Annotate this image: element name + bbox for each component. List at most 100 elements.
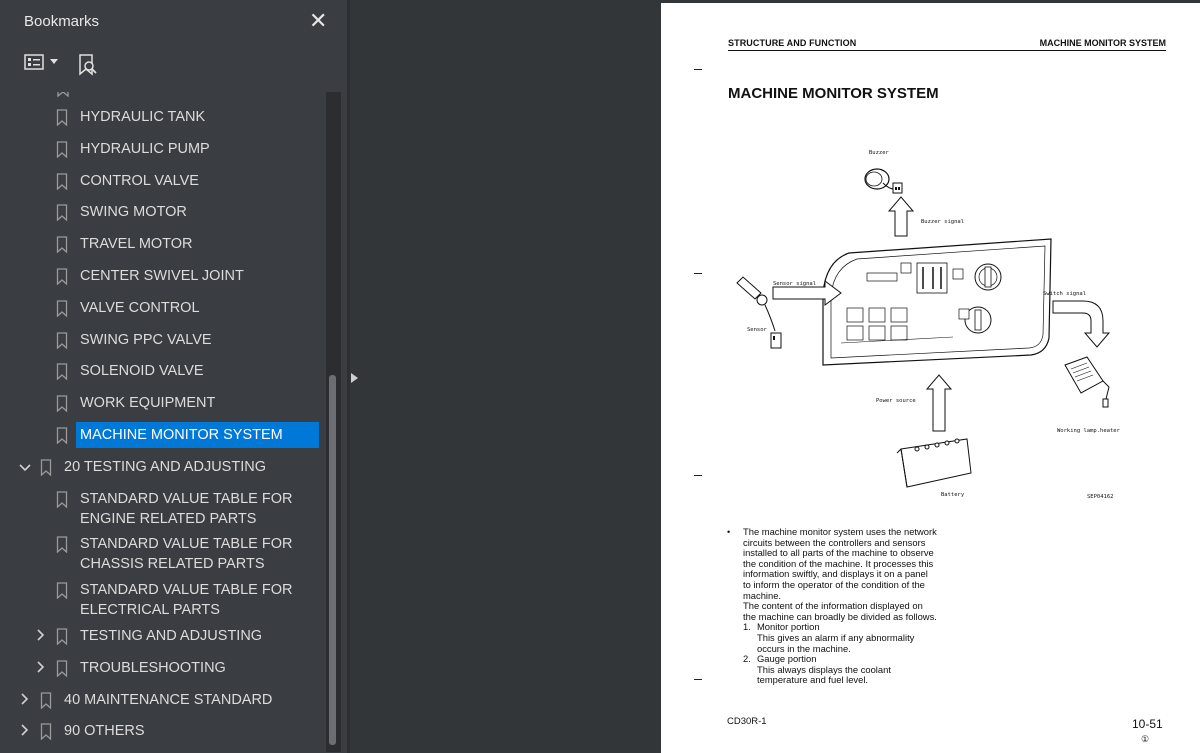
footer-page-number: 10-51	[1132, 717, 1163, 731]
margin-mark	[694, 69, 702, 70]
bookmark-label-line: STANDARD VALUE TABLE FOR	[80, 536, 293, 553]
close-panel-button[interactable]: ✕	[309, 10, 327, 32]
bookmark-item[interactable]: SWING MOTOR	[0, 202, 326, 224]
bookmark-label: SWING PPC VALVE	[80, 330, 212, 350]
bookmark-item[interactable]: SWING PPC VALVE	[0, 330, 326, 352]
bookmark-item[interactable]: TROUBLESHOOTING	[0, 658, 326, 680]
bookmark-icon	[56, 300, 68, 318]
bookmark-item[interactable]: 90 OTHERS	[0, 721, 326, 743]
list-text: This always displays the coolant tempera…	[757, 663, 891, 686]
bookmark-label-line: 40 MAINTENANCE STANDARD	[64, 691, 273, 708]
bookmark-label-line: ENGINE RELATED PARTS	[80, 510, 257, 527]
bookmark-item[interactable]: HYDRAULIC TANK	[0, 107, 326, 129]
bookmark-label: HYDRAULIC PUMP	[80, 139, 210, 159]
page-title: MACHINE MONITOR SYSTEM	[728, 85, 939, 102]
scrollbar-thumb[interactable]	[329, 375, 336, 745]
header-rule	[728, 50, 1166, 51]
battery-illustration	[896, 438, 972, 488]
bookmark-icon	[56, 660, 68, 678]
find-bookmark-button[interactable]	[78, 54, 98, 76]
bookmark-icon	[40, 723, 52, 741]
bookmark-label: WORK EQUIPMENT	[80, 393, 215, 413]
bookmark-label: SWING MOTOR	[80, 202, 187, 222]
bookmark-icon	[56, 395, 68, 413]
bookmark-label: SOLENOID VALVE	[80, 361, 204, 381]
chevron-right-icon[interactable]	[35, 661, 47, 676]
bookmark-label-line: HYDRAULIC PUMP	[80, 140, 210, 157]
bookmark-item[interactable]: STANDARD VALUE TABLE FOR ENGINE RELATED P…	[0, 489, 326, 531]
bookmark-label: HYDRAULIC TANK	[80, 107, 205, 127]
bookmark-label-line: 90 OTHERS	[64, 723, 145, 740]
bookmark-icon	[56, 268, 68, 286]
bookmark-item[interactable]: CENTER SWIVEL JOINT	[0, 266, 326, 288]
bookmark-item[interactable]: TRAVEL MOTOR	[0, 234, 326, 256]
bookmark-item[interactable]: TESTING AND ADJUSTING	[0, 626, 326, 648]
chevron-right-icon	[350, 373, 358, 383]
bookmark-label-line: MACHINE MONITOR SYSTEM	[80, 427, 283, 443]
bookmark-item[interactable]: 40 MAINTENANCE STANDARD	[0, 690, 326, 712]
options-button[interactable]	[24, 54, 58, 70]
monitor-system-diagram: Buzzer Buzzer signal Sensor Sensor signa…	[736, 150, 1121, 500]
footer-model: CD30R-1	[727, 716, 767, 727]
footer-revision-mark: ①	[1141, 734, 1150, 744]
paragraph-1: The machine monitor system uses the netw…	[743, 526, 937, 601]
sensor-label: Sensor	[747, 327, 768, 333]
bookmark-item[interactable]: 20 TESTING AND ADJUSTING	[0, 457, 326, 479]
bullet-mark: •	[727, 527, 731, 537]
bookmark-label: TRAVEL MOTOR	[80, 234, 193, 254]
bookmark-label-line: 20 TESTING AND ADJUSTING	[64, 458, 266, 475]
monitor-panel-illustration	[822, 238, 1052, 366]
bookmark-label-line: VALVE CONTROL	[80, 299, 200, 316]
bookmark-item[interactable]: WORK EQUIPMENT	[0, 393, 326, 415]
chevron-right-icon[interactable]	[19, 693, 31, 708]
bookmark-icon	[56, 109, 68, 127]
chevron-right-icon[interactable]	[19, 724, 31, 739]
bookmark-label: MACHINE MONITOR SYSTEM	[76, 422, 319, 448]
bookmark-label-line: ELECTRICAL PARTS	[80, 602, 220, 619]
list-number: 1.	[743, 621, 751, 633]
bookmark-label: 20 TESTING AND ADJUSTING	[64, 457, 266, 477]
bookmark-label: TROUBLESHOOTING	[80, 658, 226, 678]
bookmark-label: CENTER SWIVEL JOINT	[80, 266, 244, 286]
bookmark-icon	[56, 141, 68, 159]
bookmark-scrollbar[interactable]	[326, 92, 341, 752]
margin-mark	[694, 679, 702, 680]
bookmark-label: STANDARD VALUE TABLE FOR ELECTRICAL PARTS	[80, 580, 292, 620]
panel-title: Bookmarks	[24, 13, 100, 30]
bookmark-label-line: SWING MOTOR	[80, 204, 187, 221]
paragraph-2: The content of the information displayed…	[743, 600, 937, 622]
bookmarks-panel: Bookmarks ✕ HYDRAULIC TANK HYDRAULIC PUM…	[0, 0, 347, 753]
bookmark-icon	[56, 363, 68, 381]
bookmark-search-icon	[79, 54, 97, 76]
bookmark-icon	[56, 236, 68, 254]
bookmark-label-line: WORK EQUIPMENT	[80, 395, 216, 412]
bookmark-item[interactable]: MACHINE MONITOR SYSTEM	[0, 422, 326, 448]
bookmark-label: 90 OTHERS	[64, 721, 145, 741]
bookmark-label-line: STANDARD VALUE TABLE FOR	[80, 582, 293, 599]
page-header-right: MACHINE MONITOR SYSTEM	[1039, 38, 1166, 48]
bookmark-label-line: HYDRAULIC TANK	[80, 109, 206, 125]
bookmark-icon	[56, 427, 68, 445]
bookmark-item[interactable]: HYDRAULIC PUMP	[0, 139, 326, 161]
buzzer-illustration	[864, 168, 903, 194]
bookmark-item[interactable]: SOLENOID VALVE	[0, 361, 326, 383]
bookmark-toolbar	[0, 46, 347, 86]
bookmark-label: TESTING AND ADJUSTING	[80, 626, 262, 646]
bookmark-label: VALVE CONTROL	[80, 298, 200, 318]
bookmark-icon	[40, 459, 52, 477]
description-text: The machine monitor system uses the netw…	[743, 526, 937, 686]
collapse-panel-button[interactable]	[347, 366, 361, 390]
working-lamp-label: Working lamp.heater	[1057, 428, 1121, 434]
bookmark-icon	[56, 536, 68, 554]
chevron-down-icon[interactable]	[19, 460, 31, 475]
bookmark-label-line: TRAVEL MOTOR	[80, 236, 193, 253]
bookmark-item[interactable]: STANDARD VALUE TABLE FOR ELECTRICAL PARTS	[0, 580, 326, 622]
figure-code: SEP04162	[1087, 494, 1114, 500]
bookmark-item[interactable]: STANDARD VALUE TABLE FOR CHASSIS RELATED …	[0, 534, 326, 576]
chevron-right-icon[interactable]	[35, 629, 47, 644]
bookmark-item[interactable]: CONTROL VALVE	[0, 171, 326, 193]
list-number: 2.	[743, 653, 751, 665]
bookmark-icon	[56, 172, 68, 191]
bookmark-item[interactable]: VALVE CONTROL	[0, 298, 326, 320]
document-page: STRUCTURE AND FUNCTION MACHINE MONITOR S…	[661, 3, 1200, 753]
